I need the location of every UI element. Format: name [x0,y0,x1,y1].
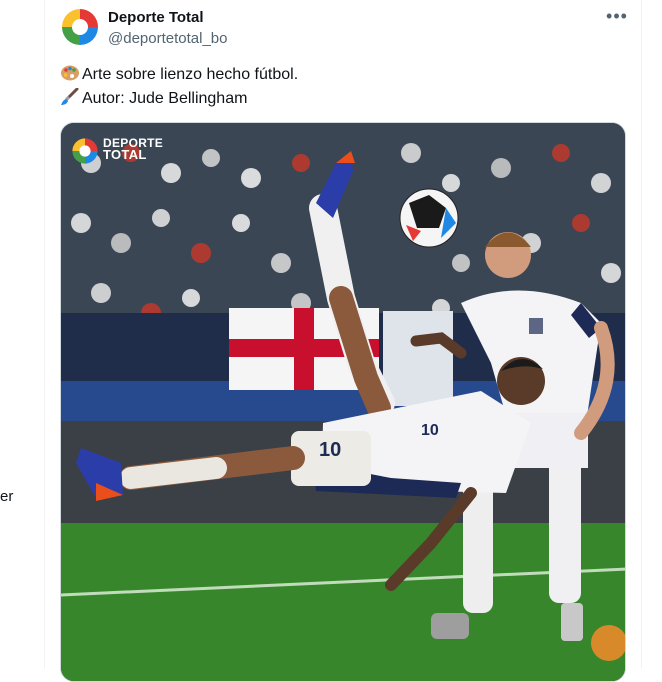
author-name[interactable]: Deporte Total [108,9,204,26]
tweet-text-line-2: Autor: Jude Bellingham [60,88,247,108]
watermark-text: DEPORTE TOTAL [103,136,164,162]
deporte-total-logo-icon [60,7,100,47]
left-sidebar-edge: er [0,0,44,668]
tweet-text-line-1: Arte sobre lienzo hecho fútbol. [60,64,298,84]
tweet-text-2: Autor: Jude Bellingham [82,90,248,107]
watermark-logo-icon [72,138,98,164]
svg-text:10: 10 [421,422,439,439]
tweet[interactable]: Deporte Total @deportetotal_bo ••• Arte … [45,0,641,682]
avatar[interactable] [60,7,100,47]
tweet-text-1: Arte sobre lienzo hecho fútbol. [82,66,299,83]
artist-palette-icon [61,65,79,81]
column-divider-right [641,0,642,668]
author-handle[interactable]: @deportetotal_bo [108,30,227,47]
svg-text:10: 10 [319,439,341,461]
deporte-total-watermark: DEPORTE TOTAL [71,137,171,167]
tweet-photo[interactable]: 10 10 DEPORTE TOTAL [60,122,626,682]
paintbrush-icon [61,88,79,105]
more-options-button[interactable]: ••• [605,7,629,28]
truncated-text: er [0,488,14,505]
bicycle-kick-photo: 10 10 [61,123,625,681]
football [399,188,459,248]
